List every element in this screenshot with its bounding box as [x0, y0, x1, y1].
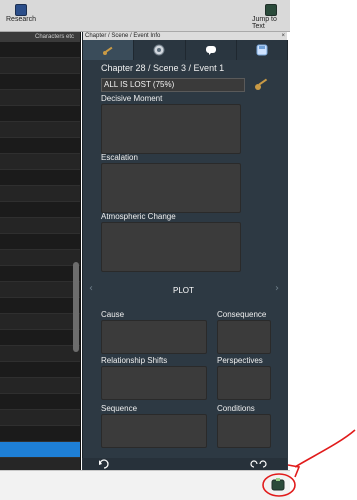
- escalation-field[interactable]: [101, 163, 241, 213]
- jump-to-text-icon[interactable]: [270, 477, 286, 493]
- key-icon[interactable]: [253, 75, 271, 93]
- event-info-panel: Chapter / Scene / Event Info × Chapter 2…: [82, 32, 288, 470]
- panel-header: Chapter / Scene / Event Info ×: [83, 32, 287, 40]
- research-button[interactable]: Research: [6, 4, 36, 23]
- sequence-field[interactable]: [101, 414, 207, 448]
- chevron-right-icon[interactable]: ›: [275, 283, 279, 294]
- list-row[interactable]: [0, 154, 80, 170]
- cause-field[interactable]: [101, 320, 207, 354]
- list-row[interactable]: [0, 42, 80, 58]
- status-bar: [0, 470, 290, 500]
- tab-pocketwatch[interactable]: [134, 40, 186, 60]
- list-row[interactable]: [0, 362, 80, 378]
- progress-box: ALL IS LOST (75%): [101, 78, 245, 92]
- decisive-moment-label: Decisive Moment: [101, 94, 163, 103]
- speech-bubble-icon: [205, 46, 216, 55]
- conditions-field[interactable]: [217, 414, 271, 448]
- save-icon: [256, 44, 268, 56]
- list-row[interactable]: [0, 282, 80, 298]
- pocketwatch-icon: [153, 44, 165, 56]
- list-row[interactable]: [0, 394, 80, 410]
- research-icon: [14, 4, 27, 16]
- conditions-label: Conditions: [217, 404, 255, 413]
- list-row[interactable]: [0, 330, 80, 346]
- left-rows: [0, 42, 80, 458]
- sequence-label: Sequence: [101, 404, 138, 413]
- list-row[interactable]: [0, 218, 80, 234]
- list-row[interactable]: [0, 186, 80, 202]
- list-row[interactable]: [0, 410, 80, 426]
- list-row[interactable]: [0, 58, 80, 74]
- list-row[interactable]: [0, 266, 80, 282]
- progress-text: ALL IS LOST (75%): [104, 80, 175, 89]
- list-row[interactable]: [0, 378, 80, 394]
- jump-to-text-label: Jump to Text: [252, 16, 277, 30]
- list-row[interactable]: [0, 298, 80, 314]
- plot-label: PLOT: [173, 286, 194, 295]
- atmospheric-change-field[interactable]: [101, 222, 241, 272]
- consequence-label: Consequence: [217, 310, 267, 319]
- redo-icon[interactable]: [250, 459, 270, 469]
- list-row[interactable]: [0, 122, 80, 138]
- decisive-moment-field[interactable]: [101, 104, 241, 154]
- list-row[interactable]: [0, 170, 80, 186]
- key-icon: [103, 46, 113, 55]
- list-row[interactable]: [0, 250, 80, 266]
- consequence-field[interactable]: [217, 320, 271, 354]
- list-row[interactable]: [0, 426, 80, 442]
- escalation-label: Escalation: [101, 153, 138, 162]
- list-row[interactable]: [0, 90, 80, 106]
- cause-label: Cause: [101, 310, 125, 319]
- jump-to-text-icon: [265, 4, 277, 16]
- perspectives-label: Perspectives: [217, 356, 263, 365]
- list-row[interactable]: [0, 138, 80, 154]
- jump-to-text-button[interactable]: Jump to Text: [252, 4, 290, 30]
- undo-icon[interactable]: [98, 459, 110, 469]
- atmospheric-change-label: Atmospheric Change: [101, 212, 176, 221]
- left-scrollbar-thumb[interactable]: [73, 262, 79, 352]
- panel-tabs: [83, 40, 288, 60]
- panel-bottom-bar: [82, 458, 287, 470]
- relationship-shifts-field[interactable]: [101, 366, 207, 400]
- list-row[interactable]: [0, 106, 80, 122]
- toolbar: Research Jump to Text: [0, 0, 290, 32]
- list-row[interactable]: [0, 442, 80, 458]
- list-row[interactable]: [0, 314, 80, 330]
- tab-save[interactable]: [236, 40, 288, 60]
- perspectives-field[interactable]: [217, 366, 271, 400]
- close-icon[interactable]: ×: [281, 32, 285, 40]
- tab-notes[interactable]: [185, 40, 237, 60]
- left-header: Characters etc: [0, 32, 80, 42]
- event-content: Chapter 28 / Scene 3 / Event 1 ALL IS LO…: [83, 60, 288, 470]
- list-row[interactable]: [0, 234, 80, 250]
- left-list-panel: Characters etc: [0, 32, 81, 470]
- research-label: Research: [6, 16, 36, 23]
- panel-header-title: Chapter / Scene / Event Info: [85, 33, 161, 39]
- list-row[interactable]: [0, 74, 80, 90]
- relationship-shifts-label: Relationship Shifts: [101, 356, 168, 365]
- list-row[interactable]: [0, 346, 80, 362]
- list-row[interactable]: [0, 202, 80, 218]
- event-title: Chapter 28 / Scene 3 / Event 1: [101, 63, 225, 73]
- tab-key[interactable]: [83, 40, 135, 60]
- chevron-left-icon[interactable]: ‹: [89, 283, 93, 294]
